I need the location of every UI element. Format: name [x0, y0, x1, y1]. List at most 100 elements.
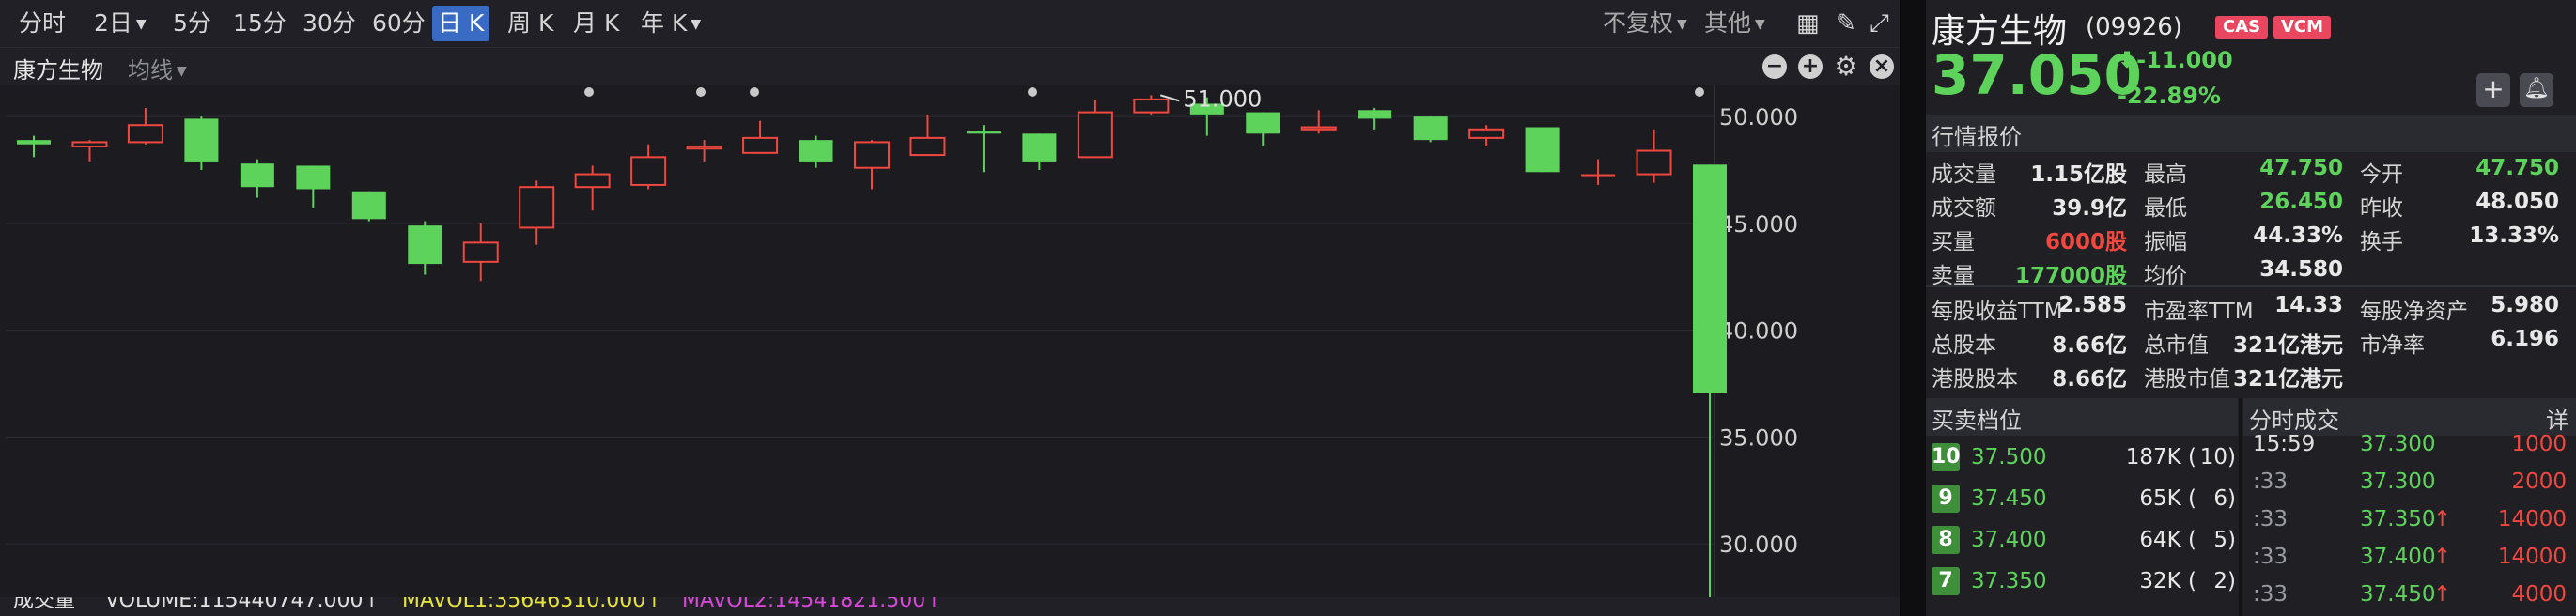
orderbook-qty: 32K (	[2139, 569, 2196, 593]
zoom-out-icon[interactable]: −	[1762, 54, 1787, 79]
quote-label: 成交额	[1932, 196, 1996, 221]
candle-body	[1358, 110, 1392, 119]
arrow-down-icon: ⬇	[2118, 47, 2137, 73]
quote-value: 44.33%	[2253, 223, 2343, 248]
kline-chart[interactable]: 50.00045.00040.00035.00030.00051.00026.4…	[0, 85, 1900, 597]
candle-body	[184, 118, 219, 162]
gear-icon[interactable]: ⚙	[1834, 54, 1858, 80]
quote-label: 成交量	[1932, 162, 1996, 187]
volume-indicator-bar: 成交量 VOLUME:115440747.000↑ MAVOL1:3564631…	[0, 597, 1900, 616]
candle-body	[296, 165, 331, 190]
tab-30min[interactable]: 30分	[297, 6, 362, 41]
quote-value: 34.580	[2259, 257, 2343, 282]
quote-label: 港股市值	[2144, 367, 2230, 392]
y-tick-label: 35.000	[1719, 424, 1798, 451]
quote-label: 今开	[2360, 162, 2403, 187]
ticks-detail-button[interactable]: 详	[2546, 402, 2568, 435]
tick-time: :33	[2253, 507, 2289, 531]
candle-body	[630, 156, 667, 186]
quote-value: 177000股	[2014, 264, 2127, 288]
candle-body	[799, 140, 833, 162]
chevron-down-icon: ▼	[1677, 17, 1687, 32]
tab-60min[interactable]: 60分	[366, 6, 431, 41]
add-watchlist-button[interactable]: +	[2476, 73, 2510, 107]
quote-label: 总市值	[2144, 333, 2209, 358]
ma-label: 均线	[128, 57, 173, 84]
candle-body	[1077, 111, 1113, 159]
quote-label: 每股净资产	[2360, 300, 2468, 324]
tick-volume: 1000	[2511, 432, 2567, 456]
adjust-dropdown[interactable]: 不复权 ▼	[1597, 6, 1693, 41]
quote-label: 买量	[1932, 230, 1975, 254]
panel-divider[interactable]	[1900, 0, 1926, 616]
tick-volume: 2000	[2511, 470, 2567, 494]
tick-time: :33	[2253, 545, 2289, 569]
quote-section-header: 行情报价	[1926, 115, 2576, 152]
quote-panel: 康方生物 (09926) CAS VCM 37.050 ⬇-11.000 -22…	[1926, 0, 2576, 616]
high-label: 51.000	[1183, 85, 1262, 112]
quote-value: 39.9亿	[2052, 196, 2127, 221]
orderbook-level-badge: 9	[1932, 485, 1960, 513]
candle-body	[1636, 149, 1672, 176]
tab-day-k[interactable]: 日 K	[432, 6, 490, 41]
tick-time: 15:59	[2253, 432, 2316, 456]
candle-body	[71, 141, 108, 147]
orderbook-qty: 64K (	[2139, 528, 2196, 552]
y-tick-label: 40.000	[1719, 318, 1798, 345]
candle-body	[1413, 116, 1448, 141]
quote-value: 6000股	[2044, 230, 2127, 254]
ma-dropdown[interactable]: 均线 ▼	[128, 52, 187, 85]
quote-label: 振幅	[2144, 230, 2187, 254]
tick-price: 37.300	[2360, 432, 2436, 456]
zoom-in-icon[interactable]: +	[1798, 54, 1823, 79]
close-icon[interactable]: ×	[1870, 54, 1894, 79]
quote-value: 48.050	[2475, 190, 2559, 214]
other-dropdown[interactable]: 其他 ▼	[1699, 6, 1771, 41]
quote-value: 26.450	[2259, 190, 2343, 214]
vcm-badge: VCM	[2273, 16, 2332, 38]
bell-icon[interactable]: 🔔︎	[2520, 73, 2553, 107]
candle-body	[408, 225, 442, 265]
orderbook-price: 37.450	[1971, 486, 2047, 511]
candle-body	[519, 186, 555, 229]
tab-month-k[interactable]: 月 K	[567, 6, 625, 41]
orderbook-price: 37.400	[1971, 528, 2047, 552]
draw-pen-icon[interactable]: ✎	[1836, 9, 1856, 38]
orderbook-level-badge: 8	[1932, 526, 1960, 554]
tab-5min[interactable]: 5分	[167, 6, 217, 41]
tick-price: 37.350	[2360, 507, 2436, 531]
orderbook-qty: 65K (	[2139, 486, 2196, 511]
candle-body	[127, 124, 163, 144]
candle-body	[1300, 126, 1337, 131]
quote-value: 1.15亿股	[2030, 162, 2127, 187]
tab-week-k[interactable]: 周 K	[502, 6, 559, 41]
volume-value: VOLUME:115440747.000↑	[105, 597, 380, 612]
candle-body	[17, 140, 51, 145]
mavol2-value: MAVOL2:14541821.500↑	[682, 597, 943, 612]
tick-volume: 14000	[2497, 545, 2567, 569]
quote-value: 14.33	[2274, 293, 2343, 317]
orderbook-count: 6)	[2213, 486, 2236, 511]
period-tabbar: 分时 2日 ▼ 5分 15分 30分 60分 日 K 周 K 月 K 年 K ▼ 不…	[0, 0, 1900, 47]
orderbook-level-badge: 10	[1932, 443, 1961, 471]
tick-time: :33	[2253, 582, 2289, 607]
quote-value: 8.66亿	[2052, 333, 2127, 358]
tab-15min[interactable]: 15分	[227, 6, 292, 41]
quote-label: 市净率	[2360, 333, 2425, 358]
grid-layout-icon[interactable]: ▦	[1796, 9, 1820, 38]
mavol1-value: MAVOL1:35646310.000↑	[402, 597, 663, 612]
quote-label: 均价	[2144, 264, 2187, 288]
fullscreen-icon[interactable]: ⤢	[1870, 9, 1889, 38]
quote-value: 321亿港元	[2232, 367, 2343, 392]
tab-year-k[interactable]: 年 K ▼	[635, 6, 706, 41]
quote-value: 2.585	[2058, 293, 2127, 317]
tab-2day[interactable]: 2日 ▼	[88, 6, 152, 41]
quote-value: 13.33%	[2469, 223, 2559, 248]
quote-label: 每股收益TTM	[1932, 300, 2063, 324]
quote-value: 6.196	[2491, 327, 2559, 351]
tick-price: 37.300	[2360, 470, 2436, 494]
price-change-pct: -22.89%	[2118, 83, 2221, 109]
chart-stock-name: 康方生物	[13, 57, 103, 84]
y-tick-label: 45.000	[1719, 211, 1798, 238]
tab-intraday[interactable]: 分时	[13, 6, 71, 41]
